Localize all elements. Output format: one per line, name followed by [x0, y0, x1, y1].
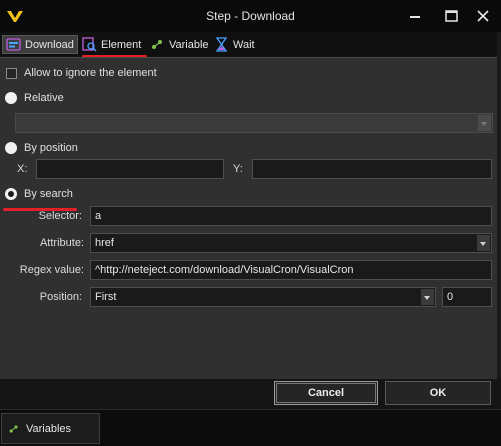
regex-label: Regex value: — [19, 264, 84, 276]
minimize-icon[interactable] — [402, 4, 428, 28]
relative-dropdown[interactable] — [15, 113, 493, 133]
window-edge — [497, 32, 501, 409]
variables-tab-label: Variables — [26, 422, 72, 435]
by-position-radio[interactable] — [5, 142, 17, 154]
chevron-down-icon — [477, 235, 490, 251]
close-icon[interactable] — [470, 4, 496, 28]
relative-option[interactable]: Relative — [5, 92, 64, 104]
tab-wait-label: Wait — [233, 38, 255, 51]
variable-icon — [152, 40, 162, 49]
tab-variable-label: Variable — [169, 38, 209, 51]
y-input[interactable] — [252, 159, 492, 179]
tab-variable[interactable]: Variable — [148, 35, 210, 54]
position-label: Position: — [39, 291, 82, 303]
tab-download-label: Download — [25, 38, 74, 51]
regex-input[interactable]: ^http://neteject.com/download/VisualCron… — [90, 260, 492, 280]
ok-button[interactable]: OK — [385, 381, 491, 405]
tab-bar: Download Element Variable Wait — [0, 32, 501, 58]
by-search-option[interactable]: By search — [5, 188, 73, 200]
variables-tab[interactable]: Variables — [1, 413, 100, 444]
by-position-label: By position — [24, 142, 78, 154]
variable-icon — [9, 424, 18, 433]
relative-label: Relative — [24, 92, 64, 104]
bottom-bar: Variables — [0, 409, 501, 446]
attribute-dropdown[interactable]: href — [90, 233, 492, 253]
title-bar: Step - Download — [0, 0, 501, 32]
x-input[interactable] — [36, 159, 224, 179]
maximize-icon[interactable] — [438, 4, 464, 28]
position-value: First — [95, 291, 117, 303]
cancel-button[interactable]: Cancel — [274, 381, 378, 405]
allow-ignore-checkbox[interactable] — [6, 67, 17, 79]
attribute-label: Attribute: — [39, 237, 84, 249]
tab-download[interactable]: Download — [2, 35, 78, 54]
selector-label: Selector: — [38, 210, 82, 222]
selector-input[interactable]: a — [90, 206, 492, 226]
tab-element[interactable]: Element — [80, 35, 146, 54]
relative-radio[interactable] — [5, 92, 17, 104]
tab-wait[interactable]: Wait — [212, 35, 262, 54]
settings-panel: Allow to ignore the element Relative By … — [0, 57, 501, 380]
position-dropdown[interactable]: First — [90, 287, 436, 307]
by-search-radio[interactable] — [5, 188, 17, 200]
chevron-down-icon — [421, 289, 434, 305]
dialog-footer: Cancel OK — [0, 379, 501, 409]
element-icon — [82, 37, 97, 52]
attribute-value: href — [95, 237, 114, 249]
y-label: Y: — [233, 163, 243, 175]
by-search-label: By search — [24, 188, 73, 200]
tab-element-label: Element — [101, 38, 142, 51]
by-position-option[interactable]: By position — [5, 142, 78, 154]
wait-icon — [215, 37, 228, 52]
position-index-input[interactable]: 0 — [442, 287, 492, 307]
allow-ignore-label: Allow to ignore the element — [24, 67, 157, 79]
chevron-down-icon — [478, 115, 491, 131]
x-label: X: — [17, 163, 28, 175]
download-icon — [6, 38, 21, 51]
allow-ignore-option[interactable]: Allow to ignore the element — [6, 67, 157, 79]
